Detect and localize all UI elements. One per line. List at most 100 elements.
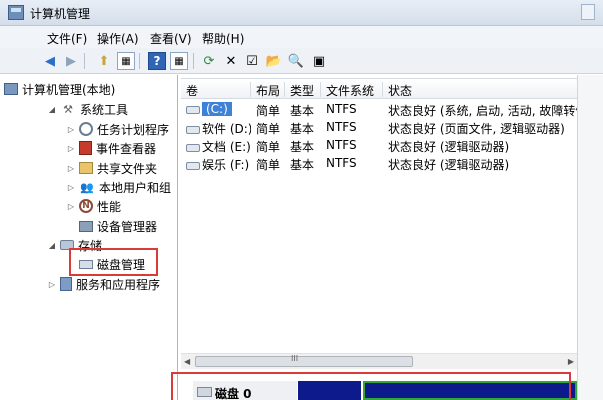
open-folder-icon[interactable]: 📂: [265, 52, 283, 70]
status-cell: 状态良好 (系统, 启动, 活动, 故障转储: [388, 104, 577, 118]
users-icon: 👥: [80, 180, 94, 194]
properties-icon[interactable]: ☑: [243, 52, 261, 70]
tree-label: 共享文件夹: [97, 161, 158, 176]
navigation-tree: 计算机管理(本地) ◢ ⚒ 系统工具 ▷ 任务计划程序 ▷ 事件查看器 ▷ 共享…: [0, 75, 178, 400]
filesystem-cell: NTFS: [326, 120, 357, 134]
volume-cell: 娱乐 (F:): [181, 156, 251, 173]
scroll-left-arrow-icon[interactable]: ◀: [184, 357, 190, 366]
tree-label: 事件查看器: [96, 141, 157, 156]
column-header-status[interactable]: 状态: [383, 82, 577, 98]
window-control-button[interactable]: [581, 4, 595, 20]
tree-node-task-scheduler[interactable]: ▷ 任务计划程序: [66, 120, 169, 138]
volume-cell: (C:): [181, 102, 251, 116]
status-cell: 状态良好 (逻辑驱动器): [388, 140, 510, 154]
type-cell: 基本: [290, 122, 315, 136]
device-manager-icon: [79, 220, 93, 232]
back-arrow-icon[interactable]: ◀: [41, 52, 59, 70]
tree-label: 性能: [97, 199, 122, 214]
layout-cell: 简单: [256, 122, 281, 136]
column-header-layout[interactable]: 布局: [251, 82, 285, 98]
expand-arrow-icon[interactable]: ▷: [66, 144, 76, 153]
status-cell: 状态良好 (逻辑驱动器): [388, 158, 510, 172]
layout-cell: 简单: [256, 158, 281, 172]
tree-label: 计算机管理(本地): [22, 82, 116, 97]
tree-node-performance[interactable]: ▷ N 性能: [66, 197, 121, 215]
scrollbar-thumb[interactable]: [195, 356, 413, 367]
menu-file[interactable]: 文件(F): [47, 30, 87, 47]
tree-label: 服务和应用程序: [76, 277, 161, 292]
horizontal-scrollbar[interactable]: ◀ III ▶: [181, 353, 577, 369]
tools-icon: ⚒: [63, 102, 73, 116]
disk-settings-icon[interactable]: ▣: [310, 52, 328, 70]
collapse-arrow-icon[interactable]: ◢: [47, 105, 57, 114]
disk-panel-highlight: [171, 372, 571, 400]
window-title: 计算机管理: [30, 7, 91, 21]
search-icon[interactable]: 🔍: [287, 52, 305, 70]
filesystem-cell: NTFS: [326, 156, 357, 170]
table-row[interactable]: 娱乐 (F:) 简单 基本 NTFS 状态良好 (逻辑驱动器): [181, 154, 577, 172]
tree-node-shared-folders[interactable]: ▷ 共享文件夹: [66, 159, 157, 177]
scrollbar-grip: III: [291, 354, 299, 363]
column-header-row: 卷 布局 类型 文件系统 状态: [181, 78, 577, 99]
computer-management-icon: [8, 5, 24, 20]
scroll-right-arrow-icon[interactable]: ▶: [568, 357, 574, 366]
tree-label: 任务计划程序: [97, 122, 170, 137]
clock-icon: [79, 122, 93, 136]
column-header-type[interactable]: 类型: [285, 82, 321, 98]
delete-icon[interactable]: ✕: [222, 52, 240, 70]
menu-view[interactable]: 查看(V): [150, 30, 192, 47]
menu-help[interactable]: 帮助(H): [202, 30, 244, 47]
tree-node-local-users[interactable]: ▷ 👥 本地用户和组: [66, 178, 171, 196]
show-hide-action-pane-icon[interactable]: ▦: [170, 52, 188, 70]
status-cell: 状态良好 (页面文件, 逻辑驱动器): [388, 122, 565, 136]
toolbar: ◀ ▶ ⬆ ▦ ? ▦ ⟳ ✕ ☑ 📂 🔍 ▣: [0, 48, 603, 74]
expand-arrow-icon[interactable]: ▷: [47, 280, 57, 289]
toolbar-separator: [84, 53, 85, 69]
title-bar: 计算机管理: [0, 0, 603, 26]
tree-node-event-viewer[interactable]: ▷ 事件查看器: [66, 139, 156, 157]
filesystem-cell: NTFS: [326, 138, 357, 152]
menu-bar: 文件(F) 操作(A) 查看(V) 帮助(H): [0, 26, 603, 48]
collapse-arrow-icon[interactable]: ◢: [47, 241, 57, 250]
volume-name: (C:): [202, 102, 232, 116]
toolbar-separator: [193, 53, 194, 69]
table-row[interactable]: 文档 (E:) 简单 基本 NTFS 状态良好 (逻辑驱动器): [181, 136, 577, 154]
volume-name: 娱乐 (F:): [202, 158, 250, 172]
expand-arrow-icon[interactable]: ▷: [66, 164, 76, 173]
refresh-icon[interactable]: ⟳: [200, 52, 218, 70]
performance-icon: N: [79, 199, 93, 213]
show-hide-tree-icon[interactable]: ▦: [117, 52, 135, 70]
type-cell: 基本: [290, 140, 315, 154]
up-folder-icon[interactable]: ⬆: [95, 52, 113, 70]
disk-management-highlight: [69, 248, 158, 276]
volume-name: 文档 (E:): [202, 140, 251, 154]
forward-arrow-icon[interactable]: ▶: [62, 52, 80, 70]
volume-list-pane: 卷 布局 类型 文件系统 状态 (C:) 简单 基本 NTFS 状态良好 (系统…: [171, 75, 577, 400]
volume-cell: 软件 (D:): [181, 120, 251, 137]
volume-icon: [186, 143, 200, 152]
event-viewer-icon: [79, 141, 92, 155]
column-header-volume[interactable]: 卷: [181, 82, 251, 98]
expand-arrow-icon[interactable]: ▷: [66, 202, 76, 211]
tree-node-system-tools[interactable]: ◢ ⚒ 系统工具: [47, 100, 128, 118]
menu-action[interactable]: 操作(A): [97, 30, 139, 47]
table-row[interactable]: (C:) 简单 基本 NTFS 状态良好 (系统, 启动, 活动, 故障转储: [181, 100, 577, 118]
table-row[interactable]: 软件 (D:) 简单 基本 NTFS 状态良好 (页面文件, 逻辑驱动器): [181, 118, 577, 136]
help-icon[interactable]: ?: [148, 52, 166, 70]
layout-cell: 简单: [256, 104, 281, 118]
tree-node-device-manager[interactable]: 设备管理器: [79, 217, 157, 235]
action-pane-edge: [577, 75, 603, 400]
tree-label: 系统工具: [80, 102, 129, 117]
volume-name: 软件 (D:): [202, 122, 251, 136]
tree-node-root[interactable]: 计算机管理(本地): [4, 80, 115, 98]
tree-node-services[interactable]: ▷ 服务和应用程序: [47, 275, 160, 293]
services-icon: [60, 277, 72, 291]
tree-label: 本地用户和组: [99, 180, 172, 195]
volume-cell: 文档 (E:): [181, 138, 251, 155]
type-cell: 基本: [290, 158, 315, 172]
volume-icon: [186, 161, 200, 170]
column-header-filesystem[interactable]: 文件系统: [321, 82, 383, 98]
expand-arrow-icon[interactable]: ▷: [66, 183, 76, 192]
volume-icon: [186, 125, 200, 134]
expand-arrow-icon[interactable]: ▷: [66, 125, 76, 134]
